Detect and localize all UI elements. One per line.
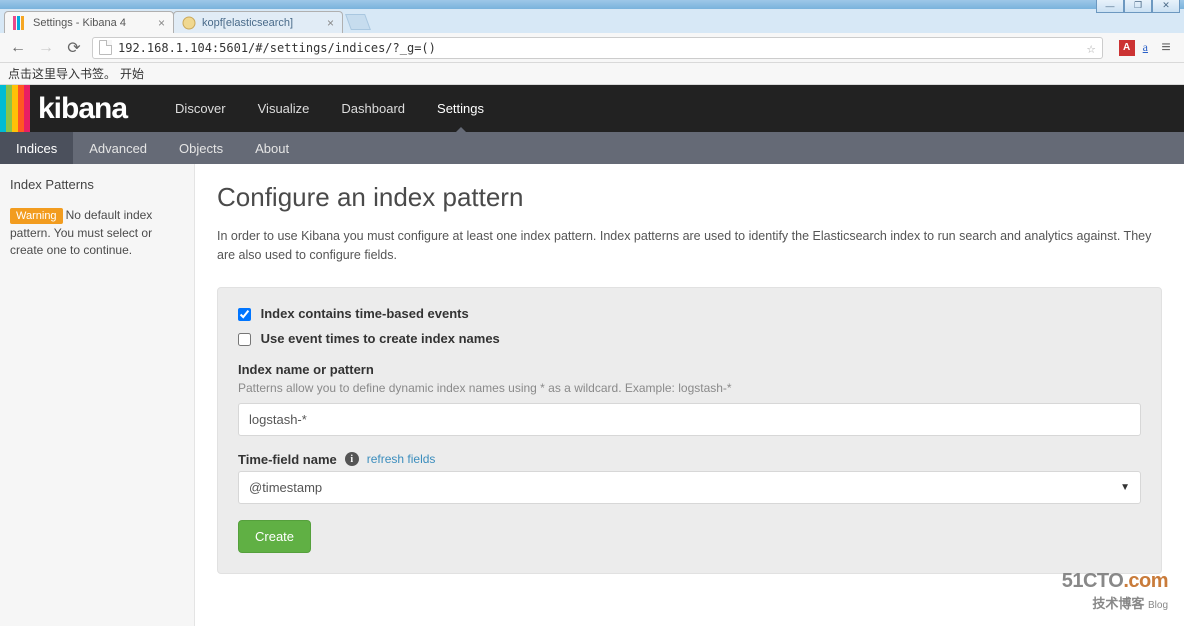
page-icon <box>99 40 112 55</box>
close-icon[interactable]: × <box>327 16 334 30</box>
checkbox-time-based[interactable]: Index contains time-based events <box>238 306 469 321</box>
url-text: 192.168.1.104:5601/#/settings/indices/?_… <box>118 41 436 55</box>
tab-title: Settings - Kibana 4 <box>33 17 126 29</box>
kibana-topnav: kibana DiscoverVisualizeDashboardSetting… <box>0 85 1184 132</box>
warning-badge: Warning <box>10 208 63 224</box>
kibana-favicon <box>13 16 27 30</box>
time-field-label: Time-field name <box>238 452 337 467</box>
sidebar-warning: WarningNo default index pattern. You mus… <box>10 207 184 260</box>
window-close-button[interactable]: ✕ <box>1152 0 1180 13</box>
forward-button[interactable]: → <box>36 38 56 58</box>
window-minimize-button[interactable]: — <box>1096 0 1124 13</box>
kopf-favicon <box>182 16 196 30</box>
page-description: In order to use Kibana you must configur… <box>217 227 1162 265</box>
time-field-select[interactable]: @timestamp ▼ <box>238 471 1141 504</box>
window-titlebar: — ❐ ✕ <box>0 0 1184 9</box>
browser-tabs: Settings - Kibana 4 × kopf[elasticsearch… <box>0 9 1184 33</box>
start-link[interactable]: 开始 <box>120 65 144 82</box>
logo-text: kibana <box>38 92 127 126</box>
config-panel: Index contains time-based events Use eve… <box>217 287 1162 574</box>
settings-subnav: IndicesAdvancedObjectsAbout <box>0 132 1184 164</box>
topnav-dashboard[interactable]: Dashboard <box>325 85 421 132</box>
bookmark-star-icon[interactable]: ☆ <box>1087 39 1096 57</box>
account-icon[interactable]: a <box>1143 40 1148 55</box>
browser-toolbar: ← → ⟳ 192.168.1.104:5601/#/settings/indi… <box>0 33 1184 63</box>
topnav-visualize[interactable]: Visualize <box>242 85 326 132</box>
browser-tab-inactive[interactable]: kopf[elasticsearch] × <box>173 11 343 33</box>
sidebar: Index Patterns WarningNo default index p… <box>0 164 195 626</box>
bookmarks-bar: 点击这里导入书签。 开始 <box>0 63 1184 85</box>
checkbox-event-times-input[interactable] <box>238 333 251 346</box>
subnav-indices[interactable]: Indices <box>0 132 73 164</box>
index-name-hint: Patterns allow you to define dynamic ind… <box>238 381 1141 395</box>
main-content: Configure an index pattern In order to u… <box>195 164 1184 626</box>
create-button[interactable]: Create <box>238 520 311 553</box>
logo-stripes <box>0 85 30 132</box>
adblock-icon[interactable]: A <box>1119 40 1135 56</box>
subnav-objects[interactable]: Objects <box>163 132 239 164</box>
import-bookmarks-link[interactable]: 点击这里导入书签。 <box>8 65 116 82</box>
checkbox-event-times[interactable]: Use event times to create index names <box>238 331 500 346</box>
back-button[interactable]: ← <box>8 38 28 58</box>
subnav-about[interactable]: About <box>239 132 305 164</box>
index-name-label: Index name or pattern <box>238 362 1141 377</box>
sidebar-heading: Index Patterns <box>10 176 184 195</box>
page-title: Configure an index pattern <box>217 182 1162 213</box>
window-maximize-button[interactable]: ❐ <box>1124 0 1152 13</box>
menu-icon[interactable]: ≡ <box>1156 38 1176 58</box>
close-icon[interactable]: × <box>158 16 165 30</box>
tab-title: kopf[elasticsearch] <box>202 17 293 29</box>
subnav-advanced[interactable]: Advanced <box>73 132 163 164</box>
topnav-discover[interactable]: Discover <box>159 85 242 132</box>
kibana-logo[interactable]: kibana <box>0 85 141 132</box>
refresh-fields-link[interactable]: refresh fields <box>367 452 436 466</box>
browser-tab-active[interactable]: Settings - Kibana 4 × <box>4 11 174 33</box>
checkbox-time-based-input[interactable] <box>238 308 251 321</box>
info-icon[interactable]: i <box>345 452 359 466</box>
new-tab-button[interactable] <box>345 14 371 30</box>
reload-button[interactable]: ⟳ <box>64 38 84 58</box>
topnav-settings[interactable]: Settings <box>421 85 500 132</box>
time-field-value: @timestamp <box>249 480 322 495</box>
address-bar[interactable]: 192.168.1.104:5601/#/settings/indices/?_… <box>92 37 1103 59</box>
index-name-input[interactable] <box>238 403 1141 436</box>
chevron-down-icon: ▼ <box>1120 482 1130 493</box>
